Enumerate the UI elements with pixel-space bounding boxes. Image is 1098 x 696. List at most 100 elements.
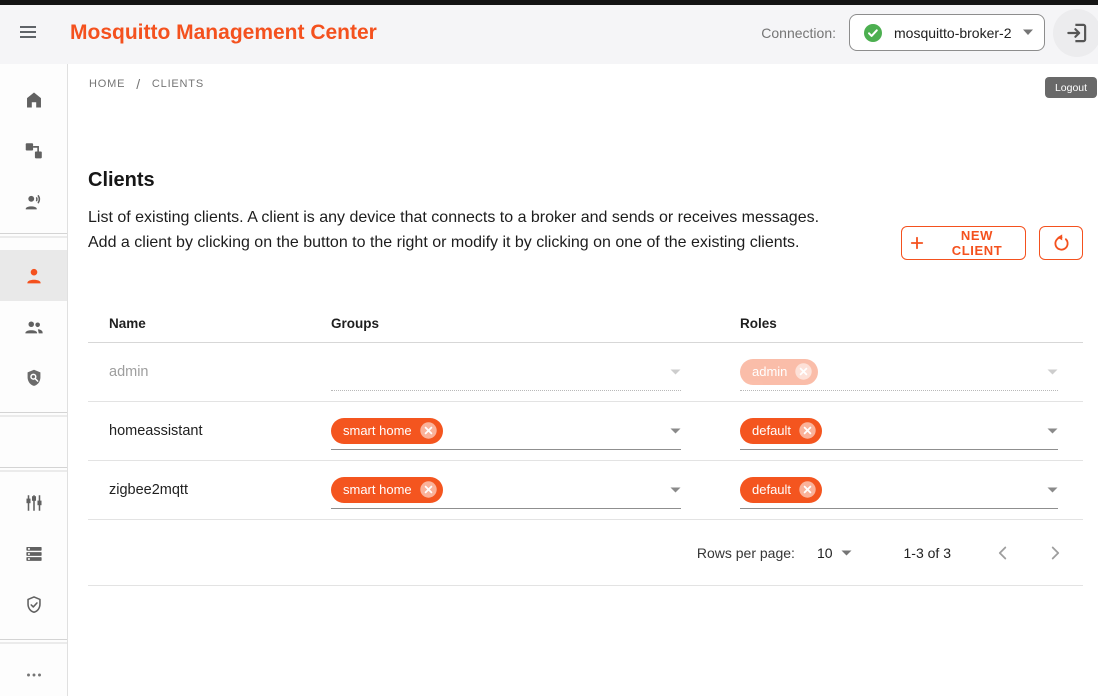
groups-select[interactable]: smart home <box>331 471 681 509</box>
sidebar-item-roles[interactable] <box>0 352 67 403</box>
column-header-groups: Groups <box>331 316 740 331</box>
refresh-button[interactable] <box>1039 226 1083 260</box>
next-page-button[interactable] <box>1043 541 1067 565</box>
plus-icon <box>908 234 926 252</box>
app-header: Mosquitto Management Center Connection: … <box>0 0 1098 64</box>
app-window: Mosquitto Management Center Connection: … <box>0 0 1098 696</box>
rows-per-page-value: 10 <box>817 545 833 561</box>
group-chip[interactable]: smart home <box>331 418 443 444</box>
logout-icon <box>1064 20 1090 46</box>
topic-tree-icon <box>23 140 45 162</box>
groups-select[interactable]: smart home <box>331 412 681 450</box>
groups-select[interactable] <box>331 353 681 391</box>
main-content: HOME / CLIENTS Clients List of existing … <box>68 64 1098 696</box>
chip-remove-icon[interactable] <box>798 480 817 499</box>
chip-remove-icon[interactable] <box>419 421 438 440</box>
logout-tooltip: Logout <box>1045 77 1097 98</box>
page-actions: NEW CLIENT <box>901 226 1083 260</box>
table-row-homeassistant[interactable]: homeassistant smart home <box>88 402 1083 461</box>
chip-remove-icon[interactable] <box>798 421 817 440</box>
clients-table: Name Groups Roles admin ad <box>88 304 1083 586</box>
column-header-roles: Roles <box>740 316 1083 331</box>
connection-select[interactable]: mosquitto-broker-2 <box>849 14 1045 51</box>
sidebar-divider-shadow <box>0 415 67 417</box>
sidebar-divider <box>0 412 67 413</box>
groups-people-icon <box>23 316 45 338</box>
sidebar-divider <box>0 233 67 234</box>
sidebar-divider <box>0 467 67 468</box>
chevron-down-icon <box>670 487 681 493</box>
connection-label: Connection: <box>761 0 836 64</box>
rows-per-page-select[interactable]: 10 <box>817 545 852 561</box>
sidebar-item-clients[interactable] <box>0 250 67 301</box>
breadcrumb-home[interactable]: HOME <box>89 78 125 90</box>
chevron-down-icon <box>1047 369 1058 375</box>
role-chip[interactable]: admin <box>740 359 818 385</box>
page-title: Clients <box>88 169 155 192</box>
app-title: Mosquitto Management Center <box>70 0 377 64</box>
role-chip-label: default <box>752 423 791 438</box>
role-chip-label: default <box>752 482 791 497</box>
role-chip[interactable]: default <box>740 477 822 503</box>
home-icon <box>23 89 45 111</box>
table-pagination: Rows per page: 10 1-3 of 3 <box>88 520 1083 586</box>
table-header-row: Name Groups Roles <box>88 304 1083 343</box>
list-icon <box>23 543 45 565</box>
table-row-zigbee2mqtt[interactable]: zigbee2mqtt smart home <box>88 461 1083 520</box>
previous-page-button[interactable] <box>991 541 1015 565</box>
chevron-down-icon <box>1047 428 1058 434</box>
breadcrumb-current: CLIENTS <box>152 78 204 90</box>
role-chip-label: admin <box>752 364 787 379</box>
chip-remove-icon[interactable] <box>794 362 813 381</box>
top-border-strip <box>0 0 1098 5</box>
client-name: zigbee2mqtt <box>88 482 331 498</box>
role-chip[interactable]: default <box>740 418 822 444</box>
connected-check-icon <box>863 23 883 43</box>
chevron-down-icon <box>670 369 681 375</box>
sidebar-divider <box>0 639 67 640</box>
rows-per-page-label: Rows per page: <box>697 545 795 561</box>
sidebar-nav <box>0 64 68 696</box>
client-name: admin <box>88 364 331 380</box>
sidebar-item-groups[interactable] <box>0 301 67 352</box>
pagination-range: 1-3 of 3 <box>904 545 951 561</box>
more-dots-icon <box>23 664 45 686</box>
group-chip-label: smart home <box>343 482 412 497</box>
page-description: List of existing clients. A client is an… <box>88 205 820 255</box>
client-voice-icon <box>23 191 45 213</box>
new-client-button-label: NEW CLIENT <box>935 228 1019 258</box>
sidebar-item-more[interactable] <box>0 649 67 696</box>
chip-remove-icon[interactable] <box>419 480 438 499</box>
roles-select[interactable]: default <box>740 412 1058 450</box>
chevron-down-icon <box>841 550 852 556</box>
breadcrumb-separator: / <box>136 76 141 92</box>
sidebar-item-client-connections[interactable] <box>0 176 67 227</box>
roles-select[interactable]: admin <box>740 353 1058 391</box>
group-chip[interactable]: smart home <box>331 477 443 503</box>
sidebar-item-topic-tree[interactable] <box>0 125 67 176</box>
settings-sliders-icon <box>23 492 45 514</box>
roles-select[interactable]: default <box>740 471 1058 509</box>
sidebar-item-logs[interactable] <box>0 528 67 579</box>
sidebar-divider-shadow <box>0 470 67 472</box>
sidebar-divider-shadow <box>0 236 67 238</box>
group-chip-label: smart home <box>343 423 412 438</box>
dropdown-caret-icon <box>1022 29 1034 36</box>
table-row-admin[interactable]: admin admin <box>88 343 1083 402</box>
menu-icon[interactable] <box>16 20 40 44</box>
new-client-button[interactable]: NEW CLIENT <box>901 226 1026 260</box>
sidebar-item-security[interactable] <box>0 579 67 630</box>
chevron-down-icon <box>670 428 681 434</box>
roles-policy-icon <box>23 367 45 389</box>
breadcrumb: HOME / CLIENTS <box>89 76 204 92</box>
connection-value: mosquitto-broker-2 <box>894 25 1022 41</box>
sidebar-divider-shadow <box>0 642 67 644</box>
clients-person-icon <box>23 265 45 287</box>
client-name: homeassistant <box>88 423 331 439</box>
column-header-name: Name <box>88 316 331 331</box>
security-shield-check-icon <box>23 594 45 616</box>
sidebar-item-home[interactable] <box>0 74 67 125</box>
logout-button[interactable] <box>1053 9 1098 57</box>
refresh-icon <box>1051 233 1072 254</box>
sidebar-item-settings[interactable] <box>0 477 67 528</box>
